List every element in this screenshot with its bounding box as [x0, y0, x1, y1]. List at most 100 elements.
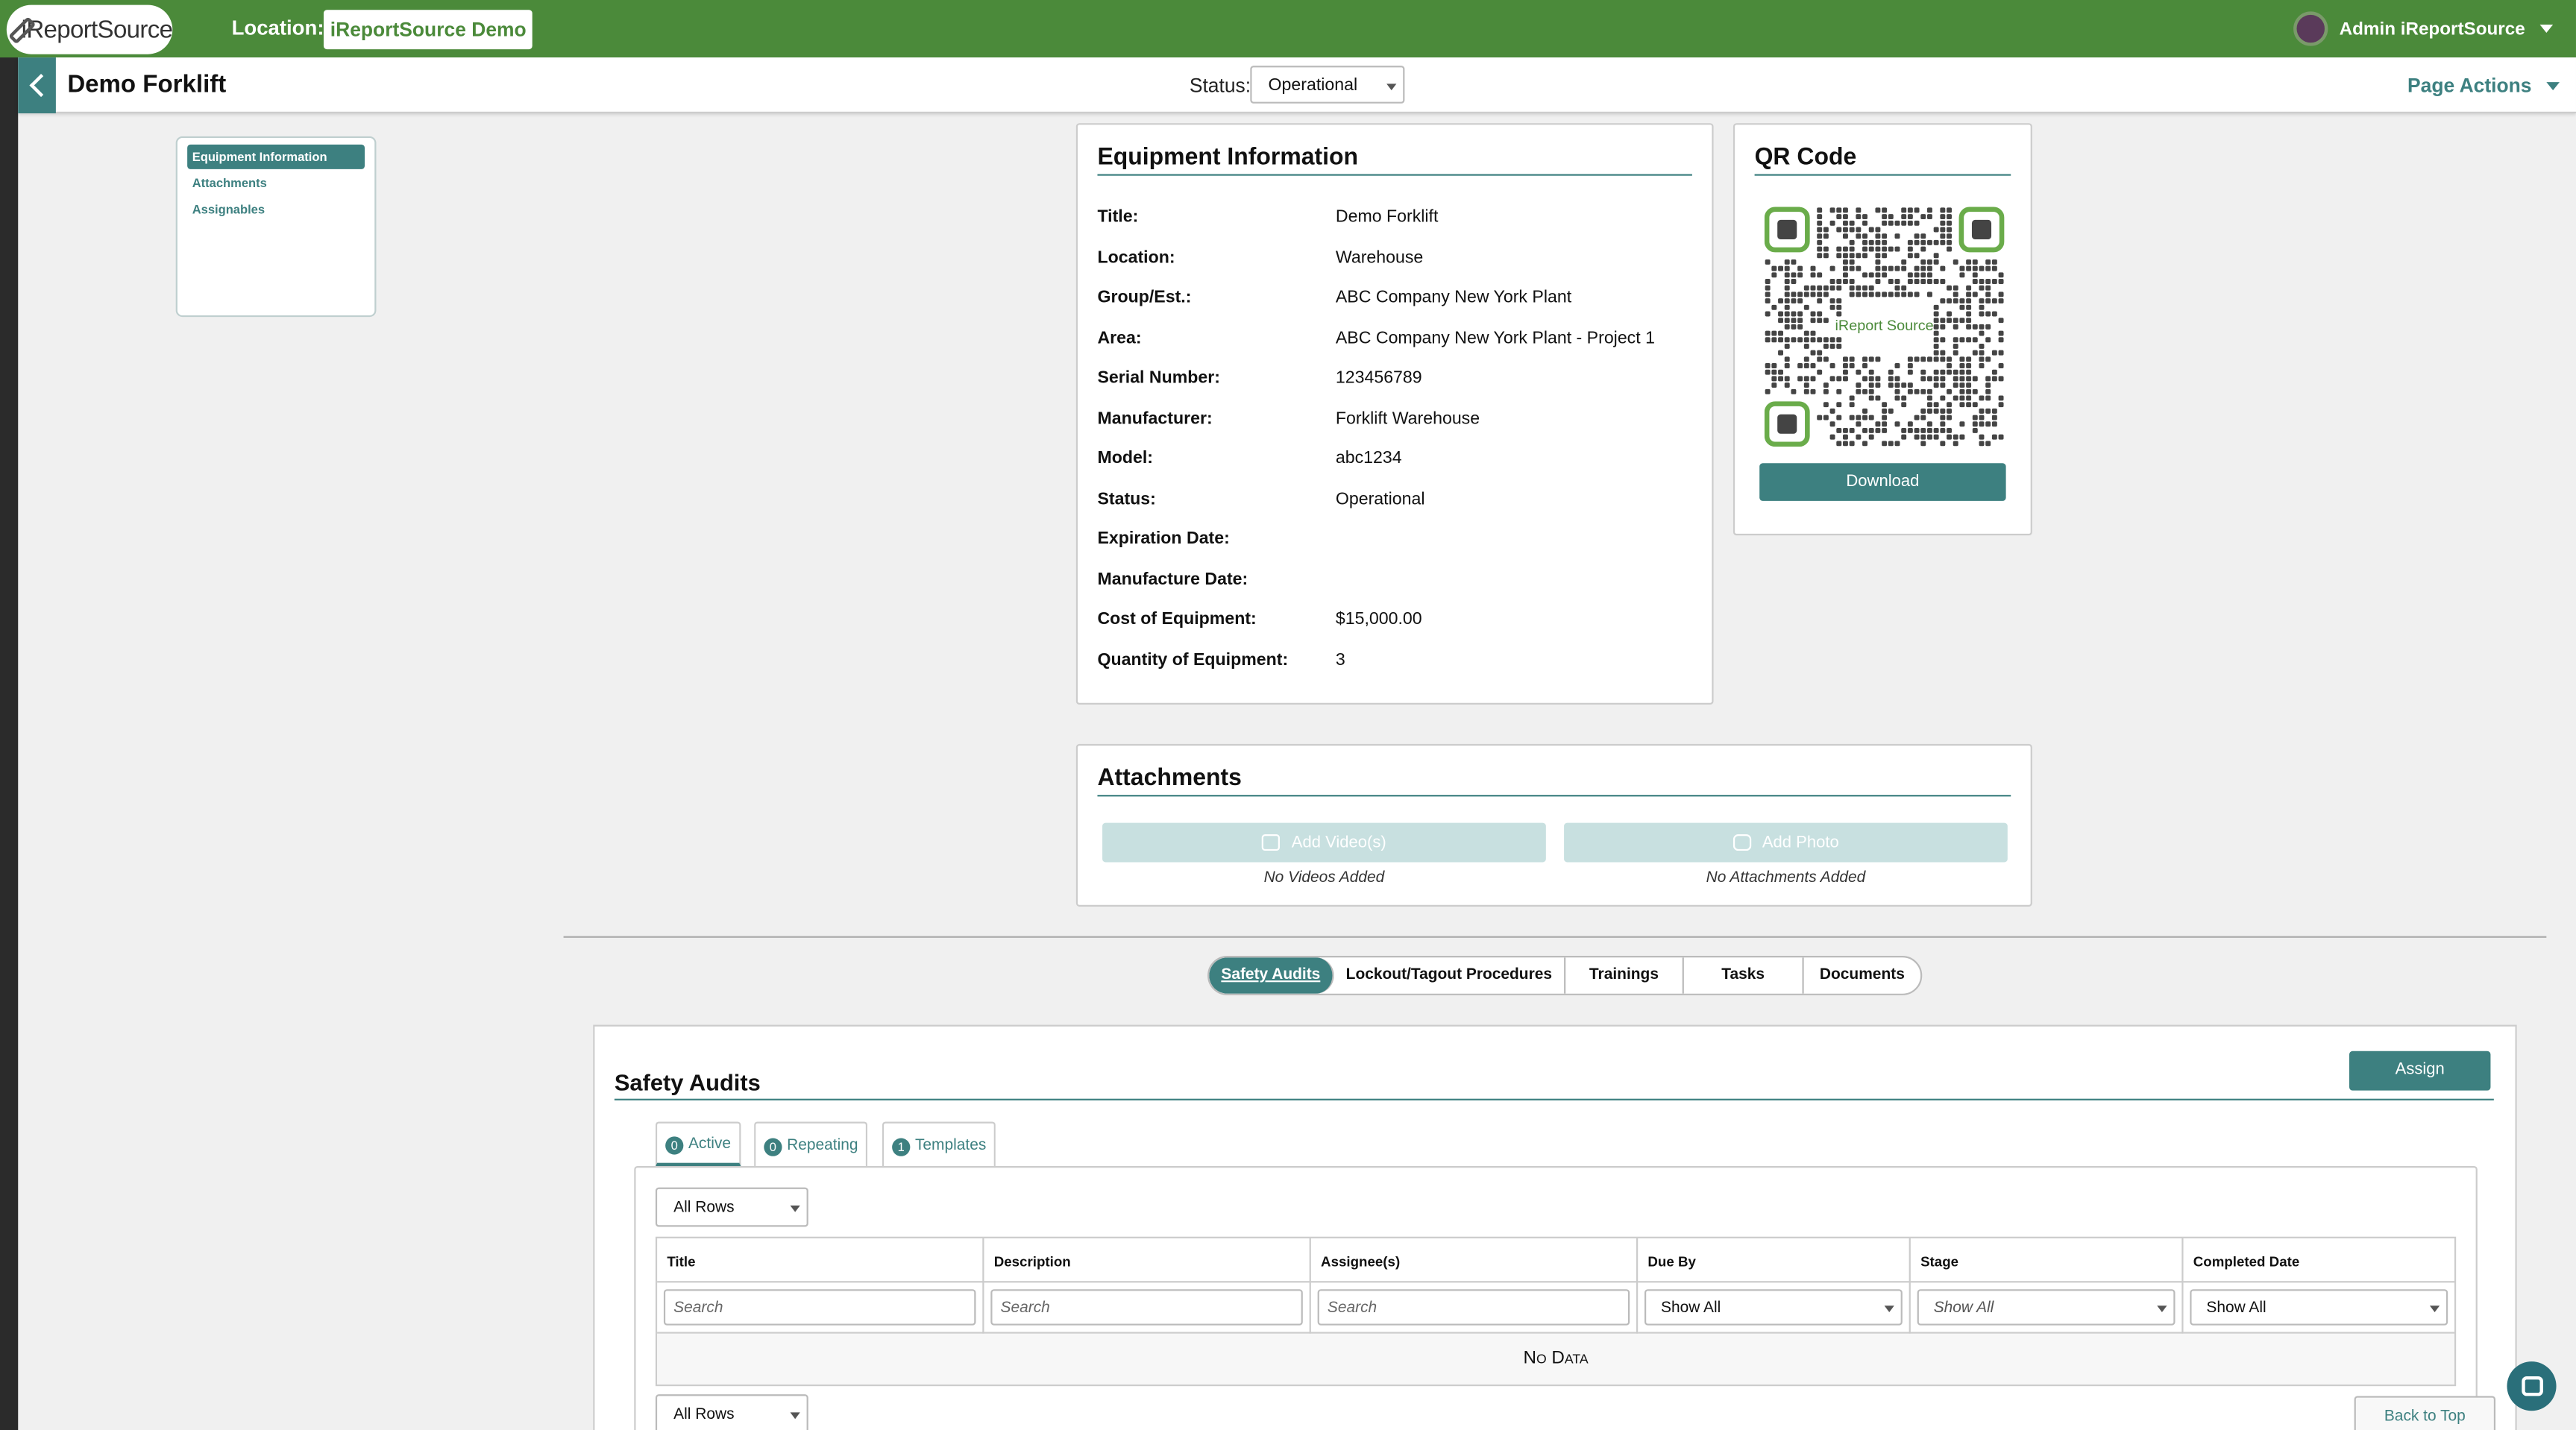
tab-lockout-tagout[interactable]: Lockout/Tagout Procedures — [1334, 957, 1566, 994]
active-count-badge: 0 — [665, 1136, 684, 1155]
filter-cell-description: Search — [984, 1282, 1311, 1334]
tab-documents[interactable]: Documents — [1804, 957, 1920, 993]
section-divider — [563, 936, 2547, 938]
qr-code-image: iReport Source — [1764, 207, 2005, 447]
top-header: iReportSource Location: iReportSource De… — [0, 0, 2576, 58]
camera-icon — [1732, 834, 1751, 851]
audits-table: Title Description Assignee(s) Due By Sta… — [655, 1236, 2457, 1387]
location-selector[interactable]: iReportSource Demo — [323, 10, 533, 50]
add-photo-label: Add Photo — [1762, 833, 1839, 852]
user-menu[interactable]: Admin iReportSource — [2293, 11, 2554, 46]
field-label: Expiration Date: — [1097, 529, 1230, 549]
status-label: Status: — [1189, 74, 1251, 97]
logo-text: iReportSource — [21, 15, 173, 44]
tab-tasks[interactable]: Tasks — [1684, 957, 1804, 994]
due-by-filter-value: Show All — [1661, 1299, 1721, 1317]
field-value: Operational — [1335, 488, 1425, 508]
back-to-top-button[interactable]: Back to Top — [2354, 1396, 2496, 1430]
subtab-repeating-label: Repeating — [787, 1136, 858, 1154]
rows-select-bottom-value: All Rows — [673, 1405, 735, 1424]
subtab-templates-label: Templates — [914, 1136, 987, 1154]
page-title: Demo Forklift — [67, 70, 227, 99]
filter-cell-due-by: Show All — [1638, 1282, 1911, 1334]
back-button[interactable] — [18, 57, 56, 113]
rows-per-page-select[interactable]: All Rows — [655, 1187, 808, 1227]
stage-filter-value: Show All — [1933, 1299, 1994, 1317]
chevron-down-icon — [2157, 1305, 2167, 1313]
repeating-count-badge: 0 — [764, 1138, 782, 1156]
sub-header: Demo Forklift Status: Operational Page A… — [18, 57, 2576, 113]
assignees-search-input[interactable]: Search — [1317, 1289, 1630, 1326]
section-nav-assignables[interactable]: Assignables — [187, 197, 365, 221]
field-label: Serial Number: — [1097, 368, 1221, 388]
chat-launcher-button[interactable] — [2507, 1361, 2557, 1411]
chevron-down-icon — [1884, 1305, 1894, 1313]
field-label: Title: — [1097, 207, 1139, 227]
assignables-tabs: Safety Audits Lockout/Tagout Procedures … — [1207, 956, 1923, 995]
attachments-card: Attachments Add Video(s) Add Photo No Vi… — [1075, 743, 2032, 907]
page-actions-menu[interactable]: Page Actions — [2407, 74, 2560, 97]
field-value: Warehouse — [1335, 247, 1424, 267]
equipment-info-card: Equipment Information Title: Demo Forklif… — [1075, 123, 1714, 705]
add-video-label: Add Video(s) — [1291, 833, 1386, 852]
user-name: Admin iReportSource — [2339, 19, 2525, 39]
section-nav-attachments[interactable]: Attachments — [187, 171, 365, 195]
status-select-value: Operational — [1268, 75, 1358, 95]
table-filter-row: Search Search Search Show All Show All S… — [657, 1282, 2454, 1334]
filter-cell-stage: Show All — [1910, 1282, 2184, 1334]
column-header-description[interactable]: Description — [984, 1238, 1311, 1283]
subtab-active[interactable]: 0 Active — [655, 1121, 741, 1166]
assign-button[interactable]: Assign — [2349, 1051, 2491, 1091]
svg-text:iReport Source: iReport Source — [1835, 318, 1934, 334]
safety-audits-panel: Safety Audits Assign 0 Active 0 Repeatin… — [593, 1024, 2517, 1430]
tab-trainings[interactable]: Trainings — [1565, 957, 1684, 994]
field-label: Area: — [1097, 327, 1142, 347]
title-search-input[interactable]: Search — [663, 1289, 976, 1326]
column-header-completed-date[interactable]: Completed Date — [2183, 1238, 2454, 1283]
chevron-down-icon — [2429, 1305, 2440, 1313]
add-photo-button[interactable]: Add Photo — [1564, 822, 2008, 863]
no-videos-text: No Videos Added — [1263, 869, 1385, 887]
field-label: Location: — [1097, 247, 1175, 267]
column-header-due-by[interactable]: Due By — [1638, 1238, 1911, 1283]
avatar — [2293, 11, 2328, 46]
equipment-info-title: Equipment Information — [1097, 145, 1692, 176]
column-header-stage[interactable]: Stage — [1910, 1238, 2184, 1283]
templates-count-badge: 1 — [892, 1138, 911, 1156]
safety-audits-title: Safety Audits — [614, 1069, 2494, 1100]
audits-table-container: All Rows Title Description Assignee(s) D… — [634, 1165, 2496, 1430]
chevron-down-icon — [790, 1412, 800, 1420]
rows-per-page-select-bottom[interactable]: All Rows — [655, 1394, 808, 1430]
app-screen: iReportSource Location: iReportSource De… — [0, 0, 2576, 1430]
table-header-row: Title Description Assignee(s) Due By Sta… — [657, 1238, 2454, 1283]
qr-code-card: QR Code iReport Source Download — [1732, 123, 2032, 536]
filter-cell-assignees: Search — [1310, 1282, 1639, 1334]
column-header-title[interactable]: Title — [657, 1238, 984, 1283]
completed-date-filter-select[interactable]: Show All — [2190, 1289, 2448, 1326]
attachments-title: Attachments — [1097, 766, 2011, 797]
due-by-filter-select[interactable]: Show All — [1644, 1289, 1903, 1326]
subtab-repeating[interactable]: 0 Repeating — [754, 1121, 868, 1166]
app-logo[interactable]: iReportSource — [6, 4, 173, 54]
stage-filter-select[interactable]: Show All — [1917, 1289, 2176, 1326]
tab-safety-audits[interactable]: Safety Audits — [1209, 957, 1334, 994]
section-nav-equipment-information[interactable]: Equipment Information — [187, 144, 365, 169]
field-value: $15,000.00 — [1335, 609, 1422, 629]
location-label: Location: — [231, 16, 324, 40]
status-select[interactable]: Operational — [1250, 66, 1405, 104]
field-label: Status: — [1097, 488, 1156, 508]
chevron-down-icon — [1386, 84, 1397, 91]
field-label: Manufacturer: — [1097, 408, 1213, 428]
chevron-left-icon — [28, 73, 52, 98]
field-value: ABC Company New York Plant — [1335, 287, 1572, 307]
description-search-input[interactable]: Search — [990, 1289, 1303, 1326]
chevron-down-icon — [2546, 81, 2560, 90]
add-video-button[interactable]: Add Video(s) — [1102, 822, 1546, 863]
subtab-templates[interactable]: 1 Templates — [882, 1121, 996, 1166]
field-value: 3 — [1335, 649, 1345, 670]
column-header-assignees[interactable]: Assignee(s) — [1310, 1238, 1639, 1283]
field-value: 123456789 — [1335, 368, 1422, 388]
download-qr-button[interactable]: Download — [1759, 463, 2006, 501]
field-label: Quantity of Equipment: — [1097, 649, 1289, 670]
field-label: Group/Est.: — [1097, 287, 1192, 307]
